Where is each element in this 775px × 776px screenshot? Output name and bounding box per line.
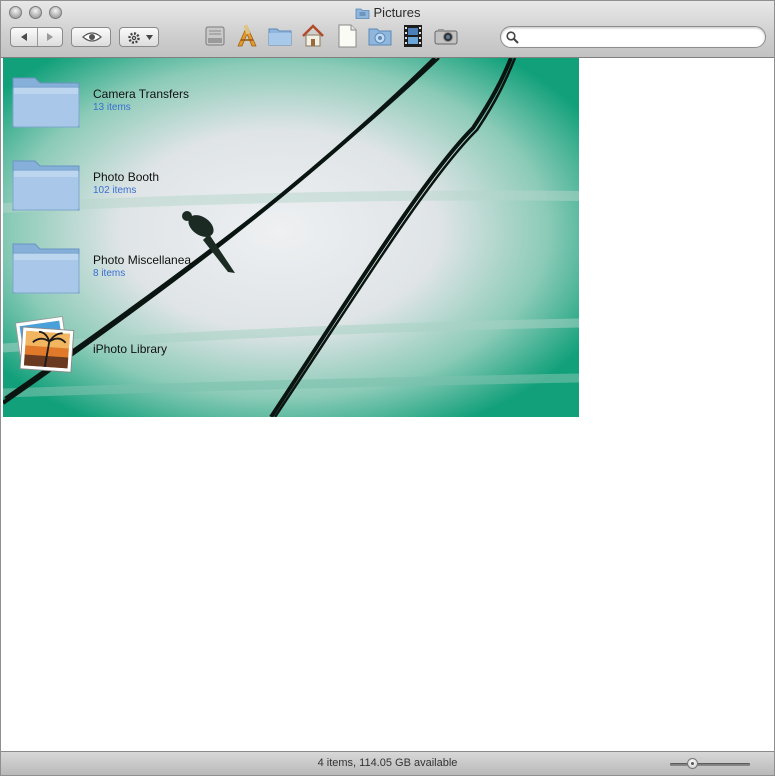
folder-item[interactable]: Photo Miscellanea 8 items [11, 238, 251, 298]
item-count: 13 items [93, 102, 131, 113]
folder-icon [355, 8, 369, 19]
status-text: 4 items, 114.05 GB available [317, 757, 458, 769]
search-input[interactable] [521, 29, 761, 47]
slider-knob[interactable] [687, 758, 698, 769]
camera-icon[interactable] [433, 23, 459, 49]
downloads-folder-icon[interactable] [367, 23, 393, 49]
folder-icon [12, 77, 80, 128]
icon-view[interactable]: Camera Transfers 13 items Photo Booth 10… [1, 58, 774, 751]
folder-item[interactable]: Photo Booth 102 items [11, 155, 251, 215]
folder-icon[interactable] [267, 23, 293, 49]
search-field[interactable] [500, 26, 766, 48]
document-icon[interactable] [334, 23, 360, 49]
forward-arrow-icon[interactable] [45, 32, 55, 42]
status-bar: 4 items, 114.05 GB available [1, 751, 774, 775]
quick-look-button[interactable] [71, 27, 111, 47]
hard-disk-icon[interactable] [202, 23, 228, 49]
item-count: 8 items [93, 268, 126, 279]
search-icon [506, 31, 519, 44]
iphoto-library-icon [15, 316, 75, 373]
item-name: Camera Transfers [93, 87, 190, 101]
back-arrow-icon[interactable] [19, 32, 29, 42]
icon-size-slider[interactable] [670, 758, 750, 770]
gear-icon [128, 32, 140, 44]
folder-icon [12, 243, 80, 294]
window-title: Pictures [1, 5, 774, 21]
iphoto-library-item[interactable]: iPhoto Library [11, 316, 251, 376]
finder-window: Pictures Camera Transfers 13 items Photo… [0, 0, 775, 776]
folder-item[interactable]: Camera Transfers 13 items [11, 72, 251, 132]
window-title-text: Pictures [373, 5, 421, 20]
movies-icon[interactable] [400, 23, 426, 49]
item-name: iPhoto Library [93, 342, 168, 356]
toolbar: Pictures [1, 1, 774, 58]
folder-icon [12, 160, 80, 211]
item-count: 102 items [93, 185, 137, 196]
chevron-down-icon [146, 35, 153, 40]
action-menu-button[interactable] [119, 27, 159, 47]
slider-track[interactable] [670, 763, 750, 766]
home-icon[interactable] [300, 23, 326, 49]
item-name: Photo Booth [93, 170, 160, 184]
back-forward-control [10, 27, 63, 47]
applications-icon[interactable] [234, 23, 260, 49]
eye-icon [82, 32, 102, 42]
item-name: Photo Miscellanea [93, 253, 192, 267]
